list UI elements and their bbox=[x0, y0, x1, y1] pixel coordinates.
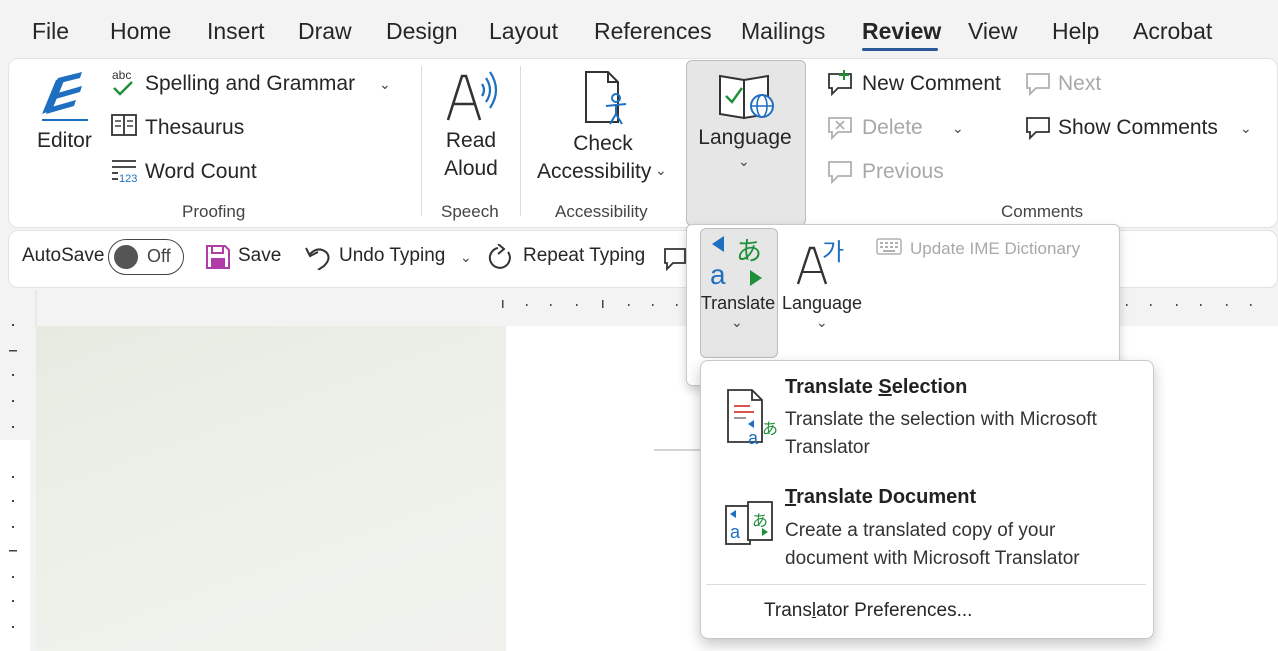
autosave-state: Off bbox=[147, 246, 171, 266]
save-button[interactable]: Save bbox=[238, 245, 281, 267]
new-comment-button[interactable]: New Comment bbox=[862, 71, 1001, 97]
repeat-typing-button[interactable]: Repeat Typing bbox=[523, 245, 645, 267]
next-comment-icon bbox=[1024, 70, 1052, 96]
translate-document-description: Create a translated copy of your documen… bbox=[785, 520, 1080, 569]
document-background bbox=[36, 326, 506, 651]
spelling-icon: abc bbox=[110, 68, 138, 98]
translate-selection-title-pre: Translate bbox=[785, 376, 879, 398]
read-aloud-button-line1[interactable]: Read bbox=[438, 128, 504, 154]
show-comments-icon bbox=[1024, 114, 1052, 140]
menu-separator bbox=[706, 584, 1146, 585]
active-tab-indicator bbox=[862, 48, 938, 51]
tab-insert[interactable]: Insert bbox=[207, 16, 265, 46]
autosave-toggle[interactable]: Off bbox=[108, 239, 184, 275]
language-button-label: Language bbox=[698, 126, 792, 149]
ribbon-separator bbox=[520, 66, 521, 216]
comments-group-label: Comments bbox=[1001, 202, 1084, 221]
svg-text:a: a bbox=[730, 522, 741, 542]
read-aloud-button-line2[interactable]: Aloud bbox=[438, 156, 504, 182]
word-count-icon: 123 bbox=[110, 157, 140, 183]
translate-selection-title-post: election bbox=[891, 376, 968, 398]
translate-selection-item[interactable]: Translate Selection bbox=[785, 376, 967, 399]
previous-comment-icon bbox=[826, 158, 854, 184]
delete-comment-button[interactable]: Delete bbox=[862, 115, 923, 141]
repeat-icon[interactable] bbox=[486, 244, 516, 272]
svg-text:あ: あ bbox=[736, 237, 762, 267]
chevron-down-icon[interactable]: ⌄ bbox=[655, 162, 667, 179]
translate-button-label: Translate bbox=[700, 293, 776, 313]
check-accessibility-line2[interactable]: Accessibility bbox=[537, 159, 651, 185]
new-comment-icon bbox=[826, 70, 854, 96]
spelling-icon-text: abc bbox=[112, 68, 131, 82]
svg-text:あ: あ bbox=[762, 419, 778, 438]
tab-acrobat[interactable]: Acrobat bbox=[1133, 16, 1212, 46]
read-aloud-icon bbox=[444, 70, 500, 124]
chevron-down-icon[interactable]: ⌄ bbox=[1240, 120, 1252, 137]
translate-icon: a あ bbox=[710, 234, 766, 286]
word-count-icon-text: 123 bbox=[119, 173, 137, 183]
undo-icon[interactable] bbox=[304, 244, 332, 270]
svg-text:a: a bbox=[710, 259, 726, 286]
language-settings-icon: 가 bbox=[796, 234, 852, 286]
proofing-group-label: Proofing bbox=[182, 202, 246, 221]
undo-typing-button[interactable]: Undo Typing bbox=[339, 245, 445, 267]
translate-document-item[interactable]: Translate Document bbox=[785, 486, 976, 509]
thesaurus-icon bbox=[110, 113, 138, 139]
editor-button[interactable]: Editor bbox=[37, 128, 92, 154]
chevron-down-icon[interactable]: ⌄ bbox=[816, 314, 828, 331]
ribbon-separator bbox=[421, 66, 422, 216]
comment-icon[interactable] bbox=[662, 245, 688, 271]
language-settings-label[interactable]: Language bbox=[780, 290, 864, 316]
chevron-down-icon[interactable]: ⌄ bbox=[952, 120, 964, 137]
translate-document-icon: a あ bbox=[722, 500, 776, 550]
toggle-knob bbox=[114, 245, 138, 269]
tab-draw[interactable]: Draw bbox=[298, 16, 352, 46]
translate-document-title-post: ranslate Document bbox=[796, 486, 977, 508]
tab-help[interactable]: Help bbox=[1052, 16, 1099, 46]
svg-text:가: 가 bbox=[822, 238, 844, 266]
update-ime-dictionary-button[interactable]: Update IME Dictionary bbox=[910, 236, 1080, 262]
svg-text:あ: あ bbox=[752, 511, 768, 530]
translate-document-accel: T bbox=[785, 486, 797, 508]
vertical-ruler bbox=[0, 290, 30, 651]
spelling-grammar-button[interactable]: Spelling and Grammar bbox=[145, 71, 355, 97]
previous-comment-button[interactable]: Previous bbox=[862, 159, 944, 185]
tab-file[interactable]: File bbox=[32, 16, 69, 46]
word-count-button[interactable]: Word Count bbox=[145, 159, 257, 185]
autosave-label: AutoSave bbox=[22, 245, 105, 266]
translate-selection-accel: S bbox=[878, 376, 892, 398]
accessibility-group-label: Accessibility bbox=[555, 202, 648, 221]
tab-layout[interactable]: Layout bbox=[489, 16, 558, 46]
tab-design[interactable]: Design bbox=[386, 16, 458, 46]
chevron-down-icon[interactable]: ⌄ bbox=[460, 249, 472, 266]
chevron-down-icon[interactable]: ⌄ bbox=[738, 153, 750, 170]
save-icon[interactable] bbox=[204, 243, 232, 271]
translator-preferences-item[interactable]: Translator Preferences... bbox=[764, 598, 972, 624]
delete-comment-icon bbox=[826, 114, 854, 140]
check-accessibility-line1[interactable]: Check bbox=[536, 131, 670, 157]
tab-references[interactable]: References bbox=[594, 16, 712, 46]
svg-text:a: a bbox=[748, 428, 759, 446]
next-comment-button[interactable]: Next bbox=[1058, 71, 1101, 97]
tab-home[interactable]: Home bbox=[110, 16, 171, 46]
keyboard-icon bbox=[876, 238, 902, 256]
editor-icon bbox=[36, 66, 94, 124]
chevron-down-icon[interactable]: ⌄ bbox=[379, 76, 391, 93]
show-comments-button[interactable]: Show Comments bbox=[1058, 115, 1218, 141]
chevron-down-icon[interactable]: ⌄ bbox=[731, 314, 743, 331]
thesaurus-button[interactable]: Thesaurus bbox=[145, 115, 244, 141]
tab-mailings[interactable]: Mailings bbox=[741, 16, 825, 46]
accessibility-icon bbox=[580, 68, 630, 126]
translator-prefs-post: ator Preferences... bbox=[816, 600, 973, 621]
translator-prefs-pre: Trans bbox=[764, 600, 812, 621]
tab-view[interactable]: View bbox=[968, 16, 1017, 46]
translate-selection-description: Translate the selection with Microsoft T… bbox=[785, 409, 1097, 458]
language-icon bbox=[716, 70, 778, 124]
tab-review[interactable]: Review bbox=[862, 16, 941, 46]
menu-tab-bar: File Home Insert Draw Design Layout Refe… bbox=[0, 0, 1278, 58]
translate-selection-icon: a あ bbox=[724, 388, 780, 446]
speech-group-label: Speech bbox=[441, 202, 499, 221]
